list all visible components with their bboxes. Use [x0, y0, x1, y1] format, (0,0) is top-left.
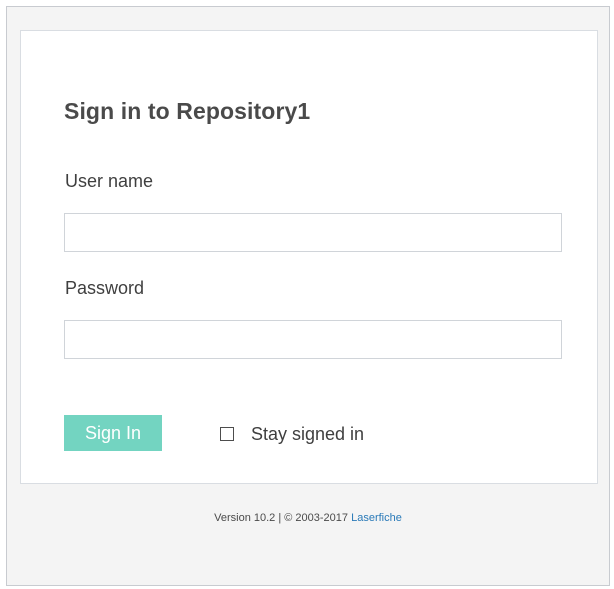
laserfiche-link[interactable]: Laserfiche [351, 512, 402, 524]
stay-signed-in-label[interactable]: Stay signed in [251, 424, 364, 445]
stay-signed-in-option[interactable]: Stay signed in [220, 422, 364, 446]
login-page-frame: Sign in to Repository1 User name Passwor… [6, 6, 610, 586]
username-label: User name [65, 171, 154, 191]
version-text: Version 10.2 [214, 512, 276, 524]
page-title: Sign in to Repository1 [64, 98, 311, 124]
sign-in-button[interactable]: Sign In [64, 415, 162, 451]
footer: Version 10.2 | © 2003-2017 Laserfiche [7, 512, 609, 524]
stay-signed-in-checkbox[interactable] [220, 427, 234, 441]
copyright-text: © 2003-2017 [284, 512, 349, 524]
password-input[interactable] [64, 320, 562, 359]
password-label: Password [65, 278, 145, 298]
footer-separator: | [278, 512, 282, 524]
login-panel: Sign in to Repository1 User name Passwor… [20, 30, 598, 484]
username-input[interactable] [64, 213, 562, 252]
